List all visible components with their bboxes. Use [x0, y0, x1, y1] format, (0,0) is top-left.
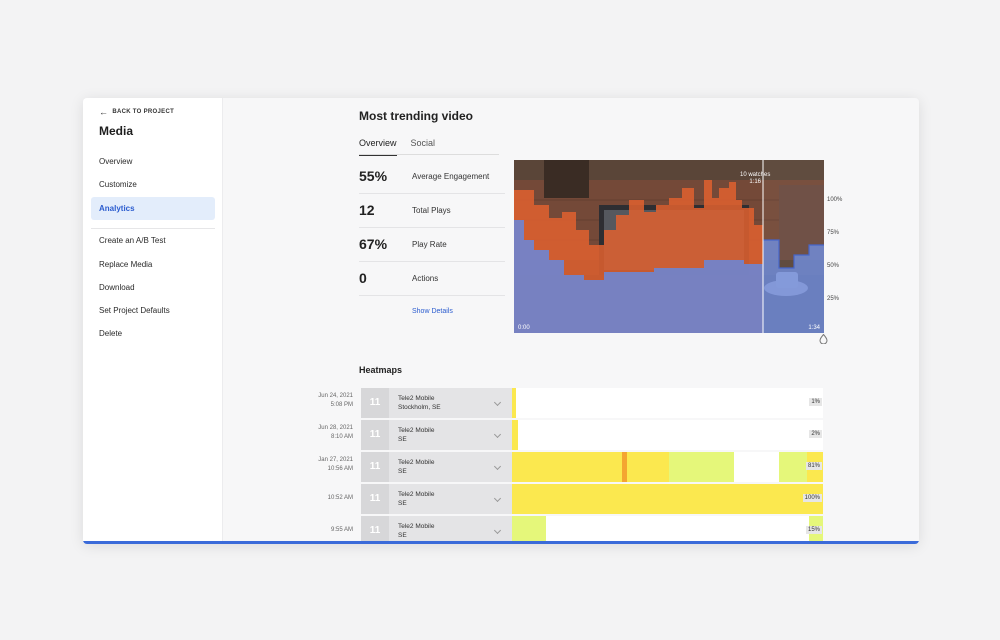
section-title: Most trending video [359, 109, 473, 123]
heatmap-date: 9:55 AM [331, 526, 353, 535]
heatmap-date: 10:52 AM [328, 494, 353, 503]
heatmap-row[interactable]: Jan 27, 2021 10:56 AM 11 Tele2 Mobile SE 8… [223, 452, 919, 482]
sidebar-item-set-project-defaults[interactable]: Set Project Defaults [91, 299, 215, 322]
time-text: 10:52 AM [327, 495, 353, 501]
heatmap-segment [512, 484, 823, 514]
stat-label: Average Engagement [412, 172, 490, 181]
sidebar-item-replace-media[interactable]: Replace Media [91, 253, 215, 276]
heatmap-percent: 2% [809, 430, 822, 438]
y-tick-50: 50% [827, 263, 840, 269]
video-engagement-graph[interactable]: 10 watches 1:16 0:00 1:34 [514, 160, 824, 333]
main-content: Most trending video Overview Social 55% … [223, 98, 919, 544]
sidebar-item-overview[interactable]: Overview [91, 150, 215, 173]
stat-value: 12 [359, 202, 375, 218]
heatmap-segment [512, 420, 519, 450]
heatmap-row[interactable]: 10:52 AM 11 Tele2 Mobile SE 100% [223, 484, 919, 514]
heatmap-bar: 15% [512, 516, 823, 544]
back-to-project-link[interactable]: ← BACK TO PROJECT [99, 107, 175, 117]
sidebar: ← BACK TO PROJECT Media Overview Customi… [83, 98, 223, 541]
view-count-badge: 11 [361, 388, 389, 418]
time-text: 10:56 AM [327, 466, 353, 472]
watch-tooltip: 10 watches 1:16 [740, 172, 770, 186]
sidebar-item-download[interactable]: Download [91, 276, 215, 299]
date-text: Jun 28, 2021 [318, 425, 353, 431]
heatmap-row[interactable]: Jun 24, 2021 5:08 PM 11 Tele2 Mobile Stock… [223, 388, 919, 418]
sidebar-title: Media [99, 124, 134, 138]
back-label: BACK TO PROJECT [112, 109, 175, 115]
view-count-badge: 11 [361, 420, 389, 450]
app-window: ← BACK TO PROJECT Media Overview Customi… [83, 98, 919, 544]
heatmap-bar: 100% [512, 484, 823, 514]
viewer-info[interactable]: Tele2 Mobile SE [389, 420, 512, 450]
viewer-info[interactable]: Tele2 Mobile SE [389, 484, 512, 514]
date-text: Jan 27, 2021 [318, 457, 353, 463]
heatmap-segment [512, 516, 547, 544]
heatmap-percent: 100% [802, 494, 822, 502]
show-details-link[interactable]: Show Details [412, 308, 453, 315]
video-start-time: 0:00 [518, 325, 530, 331]
stat-value: 0 [359, 270, 367, 286]
view-count-badge: 11 [361, 484, 389, 514]
heatmap-segment [622, 452, 628, 482]
view-count-badge: 11 [361, 516, 389, 544]
tooltip-time: 1:16 [749, 179, 762, 185]
tooltip-watches: 10 watches [740, 172, 771, 178]
heatmap-segment [779, 452, 808, 482]
heatmap-segment [512, 452, 623, 482]
stat-value: 55% [359, 168, 388, 184]
time-text: 9:55 AM [330, 527, 353, 533]
heatmap-segment [669, 452, 735, 482]
droplet-icon[interactable] [819, 334, 828, 344]
heatmap-bar: 2% [512, 420, 823, 450]
viewer-info[interactable]: Tele2 Mobile SE [389, 452, 512, 482]
heatmap-bar: 81% [512, 452, 823, 482]
viewer-info[interactable]: Tele2 Mobile SE [389, 516, 512, 544]
heatmap-percent: 1% [809, 398, 822, 406]
window-bottom-accent [83, 541, 919, 544]
sidebar-item-analytics[interactable]: Analytics [91, 197, 215, 220]
time-text: 5:08 PM [330, 402, 353, 408]
time-text: 8:10 AM [330, 434, 353, 440]
heatmap-segment [627, 452, 670, 482]
sidebar-item-delete[interactable]: Delete [91, 322, 215, 345]
heatmap-percent: 81% [805, 462, 822, 470]
heatmap-bar: 1% [512, 388, 823, 418]
y-tick-75: 75% [827, 230, 840, 236]
engagement-overlay [514, 160, 824, 333]
heatmap-date: Jun 24, 2021 5:08 PM [318, 392, 353, 410]
tabs-underline [359, 154, 499, 155]
stat-total-plays: 12 Total Plays [359, 194, 505, 228]
sidebar-item-customize[interactable]: Customize [91, 173, 215, 196]
sidebar-item-create-ab-test[interactable]: Create an A/B Test [91, 229, 215, 252]
stat-label: Actions [412, 274, 439, 283]
view-count-badge: 11 [361, 452, 389, 482]
heatmap-date: Jan 27, 2021 10:56 AM [318, 456, 353, 474]
heatmap-percent: 15% [805, 526, 822, 534]
heatmap-segment [512, 388, 516, 418]
heatmap-row[interactable]: Jun 28, 2021 8:10 AM 11 Tele2 Mobile SE 2% [223, 420, 919, 450]
arrow-left-icon: ← [99, 107, 109, 117]
stat-actions: 0 Actions [359, 262, 505, 296]
heatmap-row[interactable]: 9:55 AM 11 Tele2 Mobile SE 15% [223, 516, 919, 544]
heatmaps-title: Heatmaps [359, 365, 403, 375]
stat-label: Play Rate [412, 240, 447, 249]
stat-average-engagement: 55% Average Engagement [359, 160, 505, 194]
date-text: Jun 24, 2021 [318, 393, 353, 399]
stat-value: 67% [359, 236, 388, 252]
stat-play-rate: 67% Play Rate [359, 228, 505, 262]
heatmap-date: Jun 28, 2021 8:10 AM [318, 424, 353, 442]
stat-label: Total Plays [412, 206, 451, 215]
y-tick-25: 25% [827, 296, 840, 302]
video-end-time: 1:34 [808, 325, 820, 331]
viewer-info[interactable]: Tele2 Mobile Stockholm, SE [389, 388, 512, 418]
y-tick-100: 100% [827, 197, 843, 203]
